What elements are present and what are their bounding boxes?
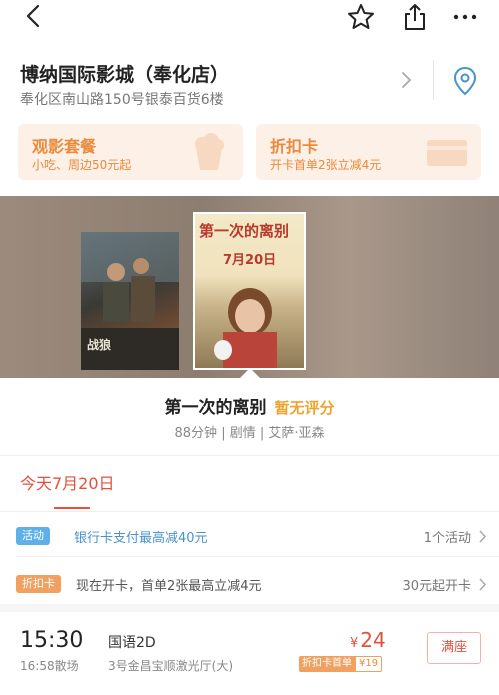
location-pin-icon[interactable] bbox=[452, 66, 478, 96]
currency-symbol: ¥ bbox=[350, 636, 359, 651]
divider bbox=[0, 604, 499, 612]
cinema-info[interactable]: 博纳国际影城（奉化店） 奉化区南山路150号银泰百货6楼 bbox=[0, 52, 499, 110]
sold-out-button[interactable]: 满座 bbox=[427, 632, 481, 664]
date-tab-indicator bbox=[54, 507, 90, 509]
activity-badge: 活动 bbox=[16, 527, 50, 545]
back-icon[interactable] bbox=[22, 4, 46, 28]
top-nav-bar bbox=[0, 0, 499, 40]
activity-text: 现在开卡，首单2张最高立减4元 bbox=[76, 579, 262, 594]
share-icon[interactable] bbox=[400, 2, 430, 32]
chevron-right-icon bbox=[479, 530, 487, 543]
showtime-row[interactable]: 15:30 16:58散场 国语2D 3号金昌宝顺激光厅(大) ¥24 折扣卡首… bbox=[0, 612, 499, 695]
activity-count: 1个活动 bbox=[423, 531, 471, 546]
discount-card-badge: 折扣卡 bbox=[16, 575, 61, 593]
activity-row-bank[interactable]: 活动 银行卡支付最高减40元 1个活动 bbox=[0, 518, 499, 554]
open-card-price: 30元起开卡 bbox=[402, 579, 471, 594]
snack-package-card[interactable]: 观影套餐 小吃、周边50元起 bbox=[18, 124, 243, 180]
star-icon[interactable] bbox=[346, 2, 376, 32]
movie-title: 第一次的离别 bbox=[164, 398, 267, 418]
date-tab-today[interactable]: 今天7月20日 bbox=[20, 470, 115, 494]
divider bbox=[16, 556, 499, 557]
movie-score: 暂无评分 bbox=[274, 399, 335, 417]
promo-subtitle: 小吃、周边50元起 bbox=[32, 158, 132, 172]
start-time: 15:30 bbox=[20, 628, 84, 653]
movie-title-line[interactable]: 第一次的离别 暂无评分 bbox=[0, 393, 499, 418]
cinema-name: 博纳国际影城（奉化店） bbox=[20, 64, 230, 86]
popcorn-icon bbox=[195, 133, 224, 170]
activity-row-discount-card[interactable]: 折扣卡 现在开卡，首单2张最高立减4元 30元起开卡 bbox=[0, 566, 499, 602]
promo-subtitle: 开卡首单2张立减4元 bbox=[270, 158, 382, 172]
end-time: 16:58散场 bbox=[20, 659, 79, 673]
divider bbox=[0, 455, 499, 456]
vip-card-icon bbox=[427, 140, 467, 166]
divider bbox=[433, 60, 434, 100]
movie-poster[interactable]: 战狼 bbox=[81, 232, 179, 370]
activity-text: 银行卡支付最高减40元 bbox=[74, 531, 208, 546]
discount-card-promo[interactable]: 折扣卡 开卡首单2张立减4元 bbox=[256, 124, 481, 180]
more-icon[interactable] bbox=[450, 2, 480, 32]
poster-art bbox=[214, 288, 277, 368]
divider bbox=[0, 511, 499, 512]
hall-name: 3号金昌宝顺激光厅(大) bbox=[108, 659, 233, 673]
movie-meta: 88分钟 | 剧情 | 艾萨·亚森 bbox=[174, 426, 325, 441]
price-value: 24 bbox=[360, 628, 386, 652]
card-tag-label: 折扣卡首单 bbox=[299, 656, 355, 672]
selected-movie-poster[interactable]: 第一次的离别 7月20日 bbox=[193, 212, 306, 370]
chevron-right-icon bbox=[479, 578, 487, 591]
card-tag-price: ¥19 bbox=[355, 656, 383, 672]
promo-title: 观影套餐 bbox=[32, 137, 97, 156]
chevron-right-icon[interactable] bbox=[398, 70, 414, 90]
discount-card-price-tag: 折扣卡首单 ¥19 bbox=[299, 656, 383, 672]
ticket-price: ¥24 bbox=[350, 628, 386, 652]
language-format: 国语2D bbox=[108, 635, 156, 651]
promo-title: 折扣卡 bbox=[270, 137, 319, 156]
cinema-address: 奉化区南山路150号银泰百货6楼 bbox=[20, 92, 224, 108]
selection-pointer bbox=[240, 368, 260, 378]
poster-title: 战狼 bbox=[87, 338, 112, 352]
poster-carousel[interactable]: 战狼 第一次的离别 7月20日 bbox=[0, 196, 499, 378]
